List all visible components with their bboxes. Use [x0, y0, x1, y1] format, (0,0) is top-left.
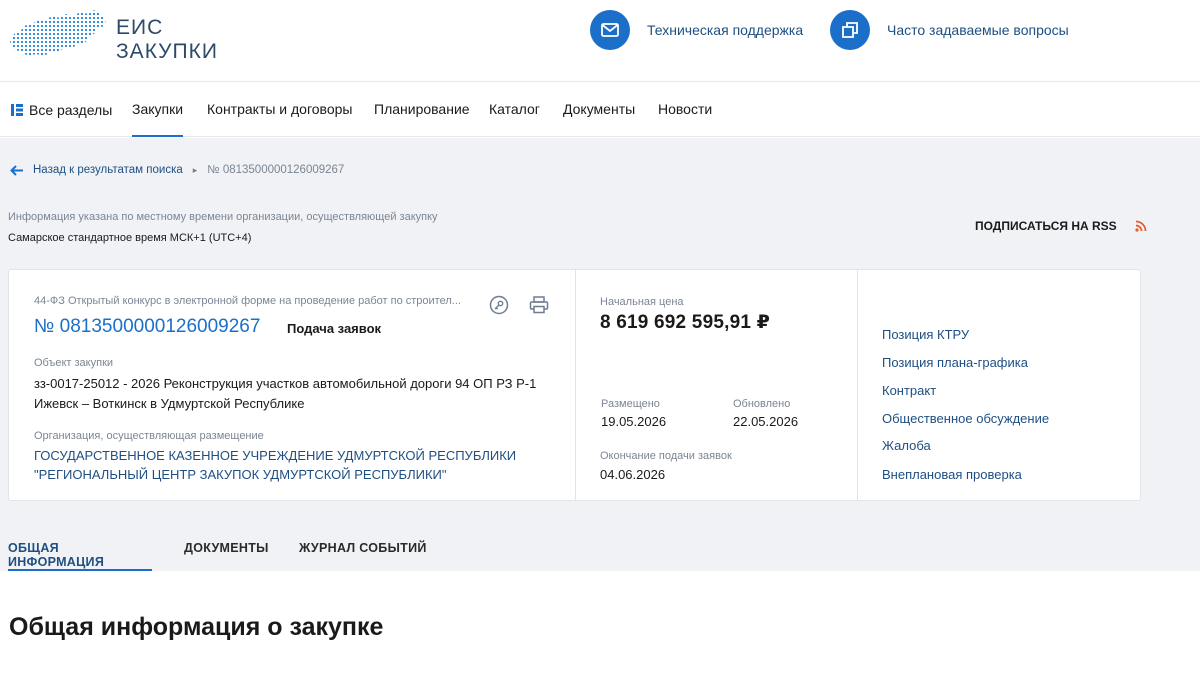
object-label: Объект закупки [34, 357, 114, 369]
updated-label: Обновлено [733, 398, 791, 410]
price-label: Начальная цена [600, 296, 684, 308]
link-contract[interactable]: Контракт [882, 383, 936, 398]
nav-item-news[interactable]: Новости [658, 82, 712, 137]
posted-label: Размещено [601, 398, 660, 410]
copy-windows-icon [830, 10, 870, 50]
tab-event-journal[interactable]: ЖУРНАЛ СОБЫТИЙ [299, 541, 427, 571]
procurement-type: 44-ФЗ Открытый конкурс в электронной фор… [34, 295, 461, 307]
faq-label: Часто задаваемые вопросы [887, 22, 1069, 38]
tab-documents[interactable]: ДОКУМЕНТЫ [184, 541, 269, 571]
logo-text-eis: ЕИС [116, 16, 164, 39]
faq-link[interactable]: Часто задаваемые вопросы [830, 10, 1069, 50]
logo-text-zakupki: ЗАКУПКИ [116, 40, 218, 63]
breadcrumb-separator-icon: ▸ [192, 164, 198, 175]
tech-support-label: Техническая поддержка [647, 22, 804, 38]
posted-value: 19.05.2026 [601, 414, 667, 429]
timezone-note: Информация указана по местному времени о… [8, 211, 438, 223]
back-to-results-link[interactable]: Назад к результатам поиска [10, 164, 183, 176]
breadcrumb: Назад к результатам поиска ▸ № 081350000… [10, 164, 344, 176]
procurement-price-dates: Начальная цена 8 619 692 595,91 ₽ Размещ… [575, 270, 857, 500]
sections-grid-icon [11, 103, 23, 116]
eis-logo[interactable]: ЕИС ЗАКУПКИ [8, 8, 248, 64]
updated-value: 22.05.2026 [733, 414, 799, 429]
procurement-number-link[interactable]: № 0813500000126009267 [34, 316, 260, 338]
nav-item-catalog[interactable]: Каталог [489, 82, 540, 137]
deadline-label: Окончание подачи заявок [600, 450, 732, 462]
procurement-header-section: Назад к результатам поиска ▸ № 081350000… [0, 138, 1200, 571]
tech-support-link[interactable]: Техническая поддержка [590, 10, 803, 50]
link-unscheduled-inspection[interactable]: Внеплановая проверка [882, 467, 1022, 482]
procurement-card: 44-ФЗ Открытый конкурс в электронной фор… [8, 269, 1141, 501]
key-icon[interactable] [488, 294, 510, 316]
top-header: ЕИС ЗАКУПКИ Техническая поддержка Часто … [0, 0, 1200, 82]
rss-icon [1135, 220, 1147, 232]
organization-label: Организация, осуществляющая размещение [34, 430, 264, 442]
back-to-results-label: Назад к результатам поиска [33, 164, 183, 176]
russia-map-logo-icon [10, 10, 106, 56]
timezone-value: Самарское стандартное время МСК+1 (UTC+4… [8, 232, 252, 244]
procurement-status: Подача заявок [287, 321, 382, 336]
printer-icon[interactable] [528, 294, 550, 316]
procurement-main-info: 44-ФЗ Открытый конкурс в электронной фор… [9, 270, 575, 500]
tab-general-info[interactable]: ОБЩАЯ ИНФОРМАЦИЯ [8, 541, 152, 571]
nav-item-documents[interactable]: Документы [563, 82, 635, 137]
main-nav: Все разделы Закупки Контракты и договоры… [0, 82, 1200, 137]
link-ktru-position[interactable]: Позиция КТРУ [882, 327, 969, 342]
price-value: 8 619 692 595,91 ₽ [600, 312, 771, 333]
link-plan-schedule-position[interactable]: Позиция плана-графика [882, 355, 1028, 370]
nav-item-planning[interactable]: Планирование [374, 82, 470, 137]
deadline-value: 04.06.2026 [600, 467, 666, 482]
organization-link[interactable]: ГОСУДАРСТВЕННОЕ КАЗЕННОЕ УЧРЕЖДЕНИЕ УДМУ… [34, 446, 559, 484]
section-title: Общая информация о закупке [9, 613, 384, 641]
rss-subscribe-link[interactable]: ПОДПИСАТЬСЯ НА RSS [975, 219, 1147, 233]
link-public-discussion[interactable]: Общественное обсуждение [882, 411, 1049, 426]
nav-all-sections-label: Все разделы [29, 101, 113, 118]
arrow-left-icon [10, 164, 23, 176]
nav-item-zakupki[interactable]: Закупки [132, 82, 184, 137]
object-value: зз-0017-25012 - 2026 Реконструкция участ… [34, 376, 537, 411]
breadcrumb-current: № 0813500000126009267 [207, 164, 345, 176]
rss-subscribe-label: ПОДПИСАТЬСЯ НА RSS [975, 219, 1117, 233]
envelope-icon [590, 10, 630, 50]
nav-all-sections[interactable]: Все разделы [10, 82, 112, 137]
link-complaint[interactable]: Жалоба [882, 438, 931, 453]
nav-item-contracts[interactable]: Контракты и договоры [207, 82, 352, 137]
procurement-related-links: Позиция КТРУ Позиция плана-графика Контр… [857, 270, 1140, 500]
